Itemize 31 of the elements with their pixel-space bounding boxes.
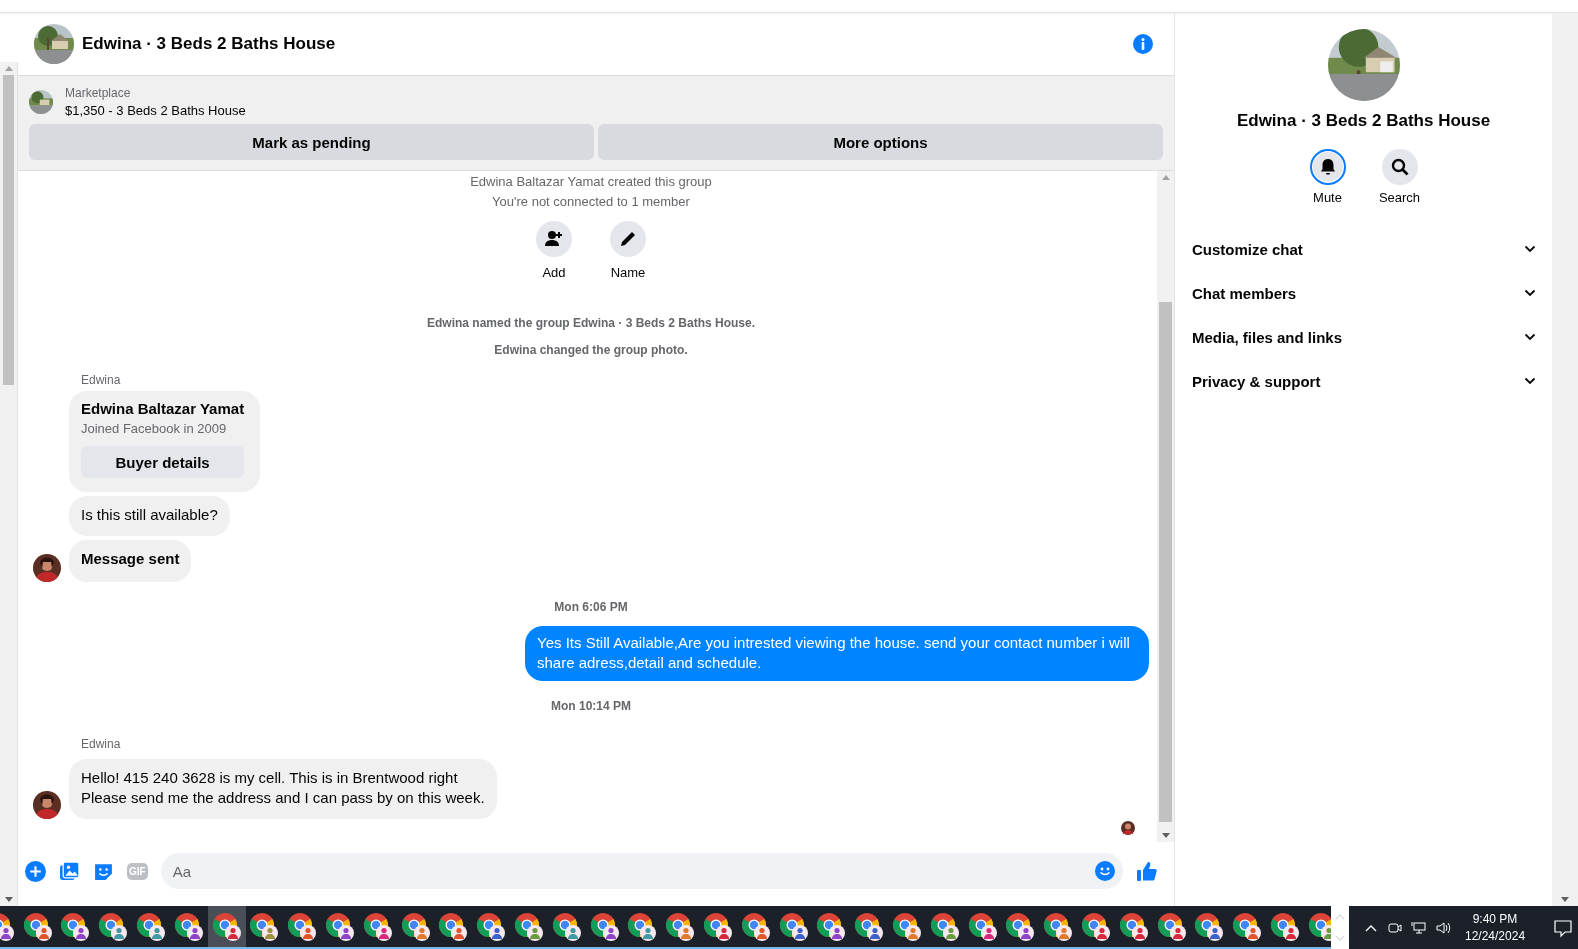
chat-title: Edwina · 3 Beds 2 Baths House — [82, 34, 337, 54]
section-header[interactable]: Chat members — [1191, 271, 1536, 315]
section-header[interactable]: Customize chat — [1191, 227, 1536, 271]
section-header[interactable]: Media, files and links — [1191, 315, 1536, 359]
profile-detail: Joined Facebook in 2009 — [81, 421, 228, 436]
buyer-details-button[interactable]: Buyer details — [81, 446, 245, 478]
listing-action-button[interactable]: Mark as pending — [29, 124, 594, 160]
listing-action-button[interactable]: More options — [598, 124, 1163, 160]
incoming-message: Is this still available? — [69, 496, 230, 536]
timestamp: Mon 6:06 PM — [553, 600, 629, 614]
incoming-message: Hello! 415 240 3628 is my cell. This is in Brentwood right Please send me the address and I can pass by on this week. — [69, 759, 497, 819]
sender-name: Edwina — [81, 737, 122, 751]
listing-title[interactable]: $1,350 - 3 Beds 2 Baths House — [65, 103, 246, 118]
timestamp: Mon 10:14 PM — [550, 699, 632, 713]
event-message: Edwina named the group Edwina · 3 Beds 2 Baths House. — [425, 315, 757, 332]
message-input[interactable]: Aa — [160, 853, 1123, 889]
incoming-message: Message sent — [69, 540, 192, 582]
group-name: Edwina · 3 Beds 2 Baths House — [1236, 111, 1491, 131]
system-message: Edwina Baltazar Yamat created this group — [469, 173, 713, 191]
section-header[interactable]: Privacy & support — [1191, 359, 1536, 403]
profile-name: Edwina Baltazar Yamat — [81, 400, 245, 417]
sender-name: Edwina — [81, 373, 122, 387]
chat-action-label: Add — [542, 265, 566, 280]
panel-action-label: Search — [1378, 190, 1421, 205]
event-message: Edwina changed the group photo. — [493, 342, 689, 359]
clock[interactable]: 9:40 PM 12/24/2024 — [1465, 912, 1526, 943]
panel-action-label: Mute — [1313, 190, 1342, 205]
system-message: You're not connected to 1 member — [491, 193, 691, 211]
chat-action-label: Name — [610, 265, 646, 280]
outgoing-message: Yes Its Still Available,Are you intrested viewing the house. send your contact number i will share adress,detail and schedule. — [525, 626, 1149, 681]
listing-source: Marketplace — [65, 86, 132, 100]
